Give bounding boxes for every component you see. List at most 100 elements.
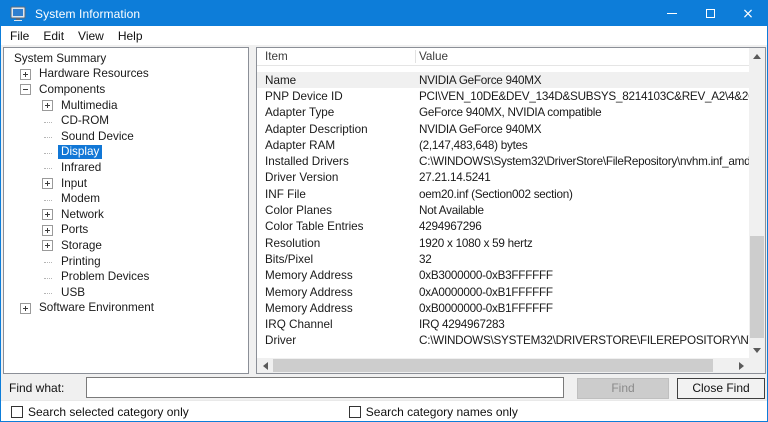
- menu-item[interactable]: File: [3, 28, 36, 44]
- tree-expander-icon[interactable]: [42, 287, 53, 298]
- tree-item-label: Storage: [58, 239, 105, 253]
- tree-expander-icon[interactable]: [42, 225, 53, 236]
- tree-item[interactable]: USB: [4, 285, 248, 301]
- table-row[interactable]: Name NVIDIA GeForce 940MX: [257, 72, 750, 88]
- table-row[interactable]: Resolution 1920 x 1080 x 59 hertz: [257, 235, 750, 251]
- tree-expander-icon[interactable]: [42, 147, 53, 158]
- tree-expander-icon[interactable]: [20, 69, 31, 80]
- tree-item[interactable]: Ports: [4, 223, 248, 239]
- title-bar: System Information ×: [1, 1, 767, 26]
- find-input[interactable]: [86, 377, 564, 398]
- tree-item-label: Hardware Resources: [36, 67, 152, 81]
- scroll-up-button[interactable]: [749, 48, 765, 64]
- close-find-button[interactable]: Close Find: [677, 378, 765, 399]
- table-row[interactable]: Adapter Type GeForce 940MX, NVIDIA compa…: [257, 105, 750, 121]
- find-options-row: Search selected category only Search cat…: [1, 400, 767, 422]
- table-cell-value: 4294967296: [415, 220, 750, 233]
- tree-expander-icon[interactable]: [42, 256, 53, 267]
- scrollbar-corner: [749, 358, 765, 373]
- minimize-button[interactable]: [653, 1, 691, 26]
- horizontal-scroll-thumb[interactable]: [273, 359, 713, 372]
- table-cell-item: Driver Version: [257, 171, 415, 184]
- table-row[interactable]: Memory Address 0xA0000000-0xB1FFFFFF: [257, 284, 750, 300]
- table-row[interactable]: IRQ Channel IRQ 4294967283: [257, 316, 750, 332]
- tree-item[interactable]: Storage: [4, 238, 248, 254]
- tree-expander-icon[interactable]: [42, 116, 53, 127]
- table-row[interactable]: Installed Drivers C:\WINDOWS\System32\Dr…: [257, 153, 750, 169]
- column-divider[interactable]: [415, 50, 416, 63]
- tree-expander-icon[interactable]: [20, 84, 31, 95]
- find-button[interactable]: Find: [577, 378, 669, 399]
- system-information-window: System Information × FileEditViewHelp Sy…: [0, 0, 768, 422]
- tree-item-label: Ports: [58, 223, 91, 237]
- table-row[interactable]: Driver C:\WINDOWS\SYSTEM32\DRIVERSTORE\F…: [257, 333, 750, 349]
- tree-expander-icon[interactable]: [42, 194, 53, 205]
- tree-item[interactable]: CD-ROM: [4, 113, 248, 129]
- tree-expander-icon[interactable]: [20, 303, 31, 314]
- scroll-down-icon: [753, 348, 761, 353]
- table-cell-item: PNP Device ID: [257, 90, 415, 103]
- table-cell-item: Memory Address: [257, 269, 415, 282]
- tree-item[interactable]: Problem Devices: [4, 269, 248, 285]
- tree-item[interactable]: Software Environment: [4, 301, 248, 317]
- tree-expander-icon[interactable]: [42, 272, 53, 283]
- search-selected-category-option[interactable]: Search selected category only: [11, 405, 189, 419]
- horizontal-scrollbar[interactable]: [257, 358, 749, 373]
- table-row[interactable]: INF File oem20.inf (Section002 section): [257, 186, 750, 202]
- close-button[interactable]: ×: [729, 1, 767, 26]
- tree-item[interactable]: System Summary: [4, 51, 248, 67]
- table-row[interactable]: PNP Device ID PCI\VEN_10DE&DEV_134D&SUBS…: [257, 88, 750, 104]
- table-row[interactable]: Memory Address 0xB3000000-0xB3FFFFFF: [257, 268, 750, 284]
- content-area: System Summary Hardware Resources Compon…: [1, 45, 767, 376]
- scroll-left-icon: [263, 362, 268, 370]
- table-row[interactable]: Adapter Description NVIDIA GeForce 940MX: [257, 121, 750, 137]
- table-row[interactable]: Color Table Entries 4294967296: [257, 219, 750, 235]
- scroll-right-icon: [739, 362, 744, 370]
- find-what-label: Find what:: [9, 381, 64, 395]
- tree-item[interactable]: Hardware Resources: [4, 67, 248, 83]
- tree-item[interactable]: Sound Device: [4, 129, 248, 145]
- tree-item[interactable]: Components: [4, 82, 248, 98]
- table-row[interactable]: Driver Version 27.21.14.5241: [257, 170, 750, 186]
- search-selected-category-checkbox[interactable]: [11, 406, 23, 418]
- detail-table-panel: Item Value Name NVIDIA GeForce 940MX PNP…: [256, 47, 766, 374]
- scroll-down-button[interactable]: [749, 342, 765, 358]
- tree-item[interactable]: Multimedia: [4, 98, 248, 114]
- tree-item[interactable]: Printing: [4, 254, 248, 270]
- menu-item[interactable]: Help: [111, 28, 150, 44]
- table-cell-value: IRQ 4294967283: [415, 318, 750, 331]
- table-row[interactable]: Color Planes Not Available: [257, 202, 750, 218]
- tree-item-label: CD-ROM: [58, 114, 112, 128]
- tree-item-label: Problem Devices: [58, 270, 152, 284]
- vertical-scrollbar[interactable]: [749, 48, 765, 358]
- tree-expander-icon[interactable]: [42, 240, 53, 251]
- tree-item[interactable]: Infrared: [4, 160, 248, 176]
- tree-expander-icon[interactable]: [42, 131, 53, 142]
- tree-item[interactable]: Input: [4, 176, 248, 192]
- search-category-names-checkbox[interactable]: [349, 406, 361, 418]
- table-row[interactable]: Bits/Pixel 32: [257, 251, 750, 267]
- table-cell-value: Not Available: [415, 204, 750, 217]
- table-cell-value: 1920 x 1080 x 59 hertz: [415, 237, 750, 250]
- menu-item[interactable]: View: [71, 28, 111, 44]
- search-category-names-option[interactable]: Search category names only: [349, 405, 518, 419]
- vertical-scroll-thumb[interactable]: [750, 236, 764, 338]
- tree-expander-icon[interactable]: [42, 178, 53, 189]
- scroll-left-button[interactable]: [257, 358, 273, 373]
- tree-expander-icon[interactable]: [42, 100, 53, 111]
- table-row[interactable]: Adapter RAM (2,147,483,648) bytes: [257, 137, 750, 153]
- maximize-button[interactable]: [691, 1, 729, 26]
- scroll-right-button[interactable]: [733, 358, 749, 373]
- tree-item[interactable]: Modem: [4, 191, 248, 207]
- tree-expander-icon[interactable]: [42, 209, 53, 220]
- table-cell-item: Adapter Description: [257, 123, 415, 136]
- table-cell-item: Driver: [257, 334, 415, 347]
- table-row[interactable]: Memory Address 0xB0000000-0xB1FFFFFF: [257, 300, 750, 316]
- column-header-value[interactable]: Value: [415, 50, 448, 63]
- column-header-item[interactable]: Item: [257, 50, 415, 63]
- table-cell-item: Memory Address: [257, 302, 415, 315]
- tree-expander-icon[interactable]: [42, 162, 53, 173]
- tree-item[interactable]: Network: [4, 207, 248, 223]
- tree-item[interactable]: Display: [4, 145, 248, 161]
- menu-item[interactable]: Edit: [36, 28, 71, 44]
